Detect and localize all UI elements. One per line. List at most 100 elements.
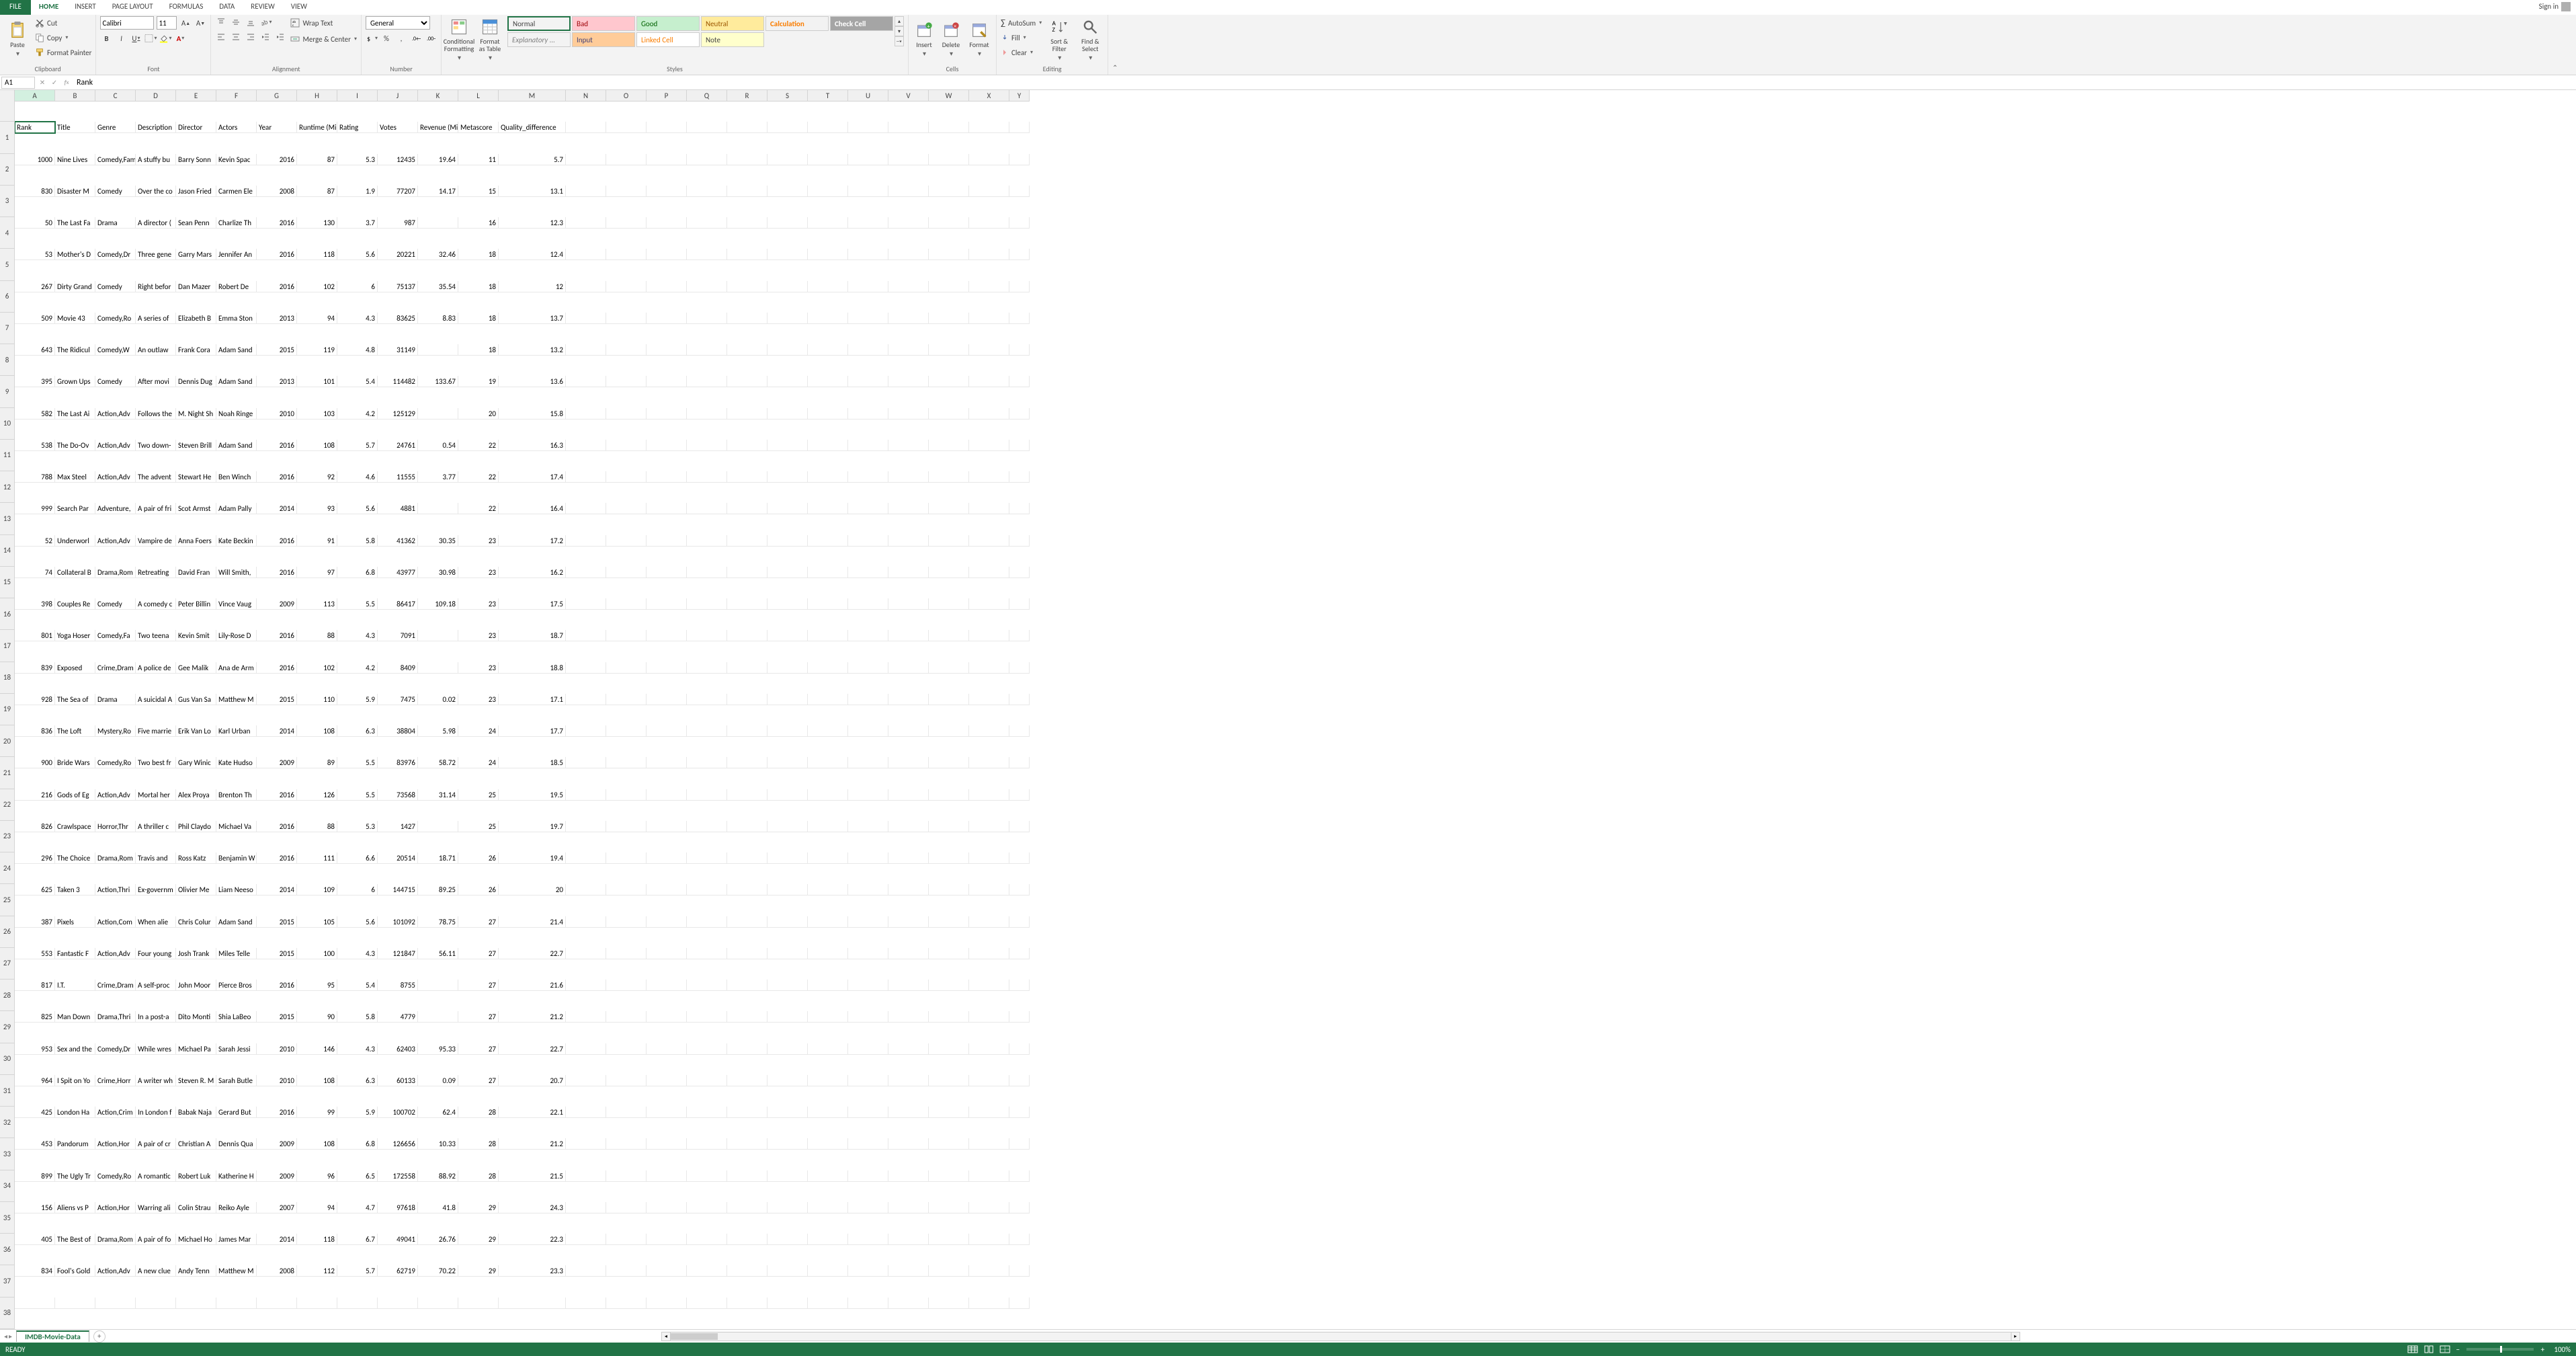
cell[interactable] bbox=[647, 376, 687, 387]
wrap-text-button[interactable]: abcWrap Text bbox=[290, 16, 357, 30]
cell[interactable]: 31.14 bbox=[418, 789, 458, 801]
number-format-select[interactable]: General bbox=[366, 16, 430, 30]
cell[interactable] bbox=[727, 757, 767, 768]
cell[interactable] bbox=[566, 1265, 606, 1277]
cell[interactable] bbox=[727, 567, 767, 578]
cell[interactable]: 2009 bbox=[257, 1170, 297, 1182]
cell[interactable]: 146 bbox=[297, 1043, 337, 1055]
cell[interactable] bbox=[969, 471, 1009, 483]
cell[interactable]: 553 bbox=[15, 948, 55, 959]
cell[interactable] bbox=[888, 1043, 929, 1055]
cell[interactable] bbox=[606, 249, 647, 260]
style-good[interactable]: Good bbox=[636, 16, 700, 31]
cell[interactable] bbox=[606, 217, 647, 229]
cell[interactable] bbox=[727, 1234, 767, 1245]
cell[interactable]: 5.5 bbox=[337, 757, 378, 768]
row-header[interactable]: 23 bbox=[0, 821, 15, 852]
column-header[interactable]: G bbox=[257, 90, 297, 102]
cell[interactable]: Michael Va bbox=[216, 821, 257, 832]
cell[interactable] bbox=[929, 1043, 969, 1055]
cell[interactable] bbox=[848, 662, 888, 674]
cell[interactable] bbox=[647, 916, 687, 928]
cell[interactable] bbox=[929, 694, 969, 705]
cell[interactable] bbox=[848, 281, 888, 292]
row-header[interactable]: 34 bbox=[0, 1170, 15, 1202]
percent-format-button[interactable]: % bbox=[380, 32, 392, 44]
cell[interactable] bbox=[969, 186, 1009, 197]
cell[interactable] bbox=[767, 408, 808, 420]
cell[interactable] bbox=[767, 313, 808, 324]
cell[interactable] bbox=[418, 662, 458, 674]
cell[interactable] bbox=[969, 1170, 1009, 1182]
cell[interactable] bbox=[458, 1298, 499, 1309]
cell[interactable]: 4.8 bbox=[337, 344, 378, 356]
cell[interactable]: 6.7 bbox=[337, 1234, 378, 1245]
cell[interactable] bbox=[606, 630, 647, 641]
cell[interactable]: 75137 bbox=[378, 281, 418, 292]
cell[interactable]: Sarah Butle bbox=[216, 1075, 257, 1086]
cell[interactable] bbox=[687, 757, 727, 768]
cell[interactable]: 10.33 bbox=[418, 1138, 458, 1150]
row-header[interactable]: 27 bbox=[0, 948, 15, 980]
cell[interactable]: 2008 bbox=[257, 1265, 297, 1277]
cell[interactable] bbox=[136, 1298, 176, 1309]
cell[interactable] bbox=[808, 440, 848, 451]
cell[interactable] bbox=[687, 217, 727, 229]
cell[interactable]: 6 bbox=[337, 884, 378, 895]
cell[interactable] bbox=[1009, 1234, 1030, 1245]
cell[interactable]: 73568 bbox=[378, 789, 418, 801]
cell[interactable]: Barry Sonn bbox=[176, 154, 216, 165]
cell[interactable] bbox=[566, 217, 606, 229]
cell[interactable] bbox=[929, 980, 969, 991]
cell[interactable] bbox=[1009, 1011, 1030, 1023]
cell[interactable]: Adam Sand bbox=[216, 440, 257, 451]
cell[interactable]: 2016 bbox=[257, 217, 297, 229]
cell[interactable] bbox=[848, 1011, 888, 1023]
row-header[interactable]: 29 bbox=[0, 1011, 15, 1043]
cell[interactable] bbox=[848, 757, 888, 768]
cell[interactable]: 35.54 bbox=[418, 281, 458, 292]
cell[interactable]: Action,Adv bbox=[95, 471, 136, 483]
cell[interactable] bbox=[647, 1234, 687, 1245]
cell[interactable]: Ben Winch bbox=[216, 471, 257, 483]
cell[interactable] bbox=[15, 1298, 55, 1309]
cell[interactable] bbox=[808, 471, 848, 483]
cell[interactable]: 41.8 bbox=[418, 1202, 458, 1213]
cell[interactable] bbox=[888, 567, 929, 578]
cell[interactable]: 108 bbox=[297, 1138, 337, 1150]
cell[interactable]: Andy Tenn bbox=[176, 1265, 216, 1277]
cell[interactable] bbox=[888, 789, 929, 801]
cell[interactable] bbox=[606, 725, 647, 737]
cell[interactable] bbox=[767, 1234, 808, 1245]
cell[interactable]: 89 bbox=[297, 757, 337, 768]
cell[interactable]: Action,Adv bbox=[95, 789, 136, 801]
row-header[interactable]: 36 bbox=[0, 1234, 15, 1265]
cell[interactable]: Two best fr bbox=[136, 757, 176, 768]
cell[interactable]: 20 bbox=[499, 884, 566, 895]
cell[interactable]: The Sea of bbox=[55, 694, 95, 705]
cell[interactable] bbox=[687, 186, 727, 197]
cell[interactable] bbox=[888, 948, 929, 959]
cell[interactable] bbox=[647, 535, 687, 547]
cell[interactable] bbox=[929, 217, 969, 229]
cell[interactable] bbox=[727, 630, 767, 641]
cell[interactable]: 18.71 bbox=[418, 852, 458, 864]
add-sheet-button[interactable]: + bbox=[93, 1330, 106, 1343]
cell[interactable] bbox=[929, 725, 969, 737]
cell[interactable]: Action,Adv bbox=[95, 408, 136, 420]
cell[interactable] bbox=[888, 503, 929, 514]
cell[interactable]: 21.4 bbox=[499, 916, 566, 928]
cell[interactable] bbox=[727, 1011, 767, 1023]
cell[interactable]: 56.11 bbox=[418, 948, 458, 959]
cell[interactable]: 25 bbox=[458, 789, 499, 801]
cell[interactable]: Brenton Th bbox=[216, 789, 257, 801]
view-page-break-button[interactable] bbox=[2438, 1344, 2452, 1355]
cell[interactable] bbox=[606, 1107, 647, 1118]
tab-formulas[interactable]: FORMULAS bbox=[161, 0, 212, 15]
cell[interactable] bbox=[566, 408, 606, 420]
cell[interactable]: 12.4 bbox=[499, 249, 566, 260]
cell[interactable] bbox=[767, 344, 808, 356]
cell[interactable] bbox=[1009, 249, 1030, 260]
cell[interactable]: 83976 bbox=[378, 757, 418, 768]
cell[interactable] bbox=[929, 1107, 969, 1118]
